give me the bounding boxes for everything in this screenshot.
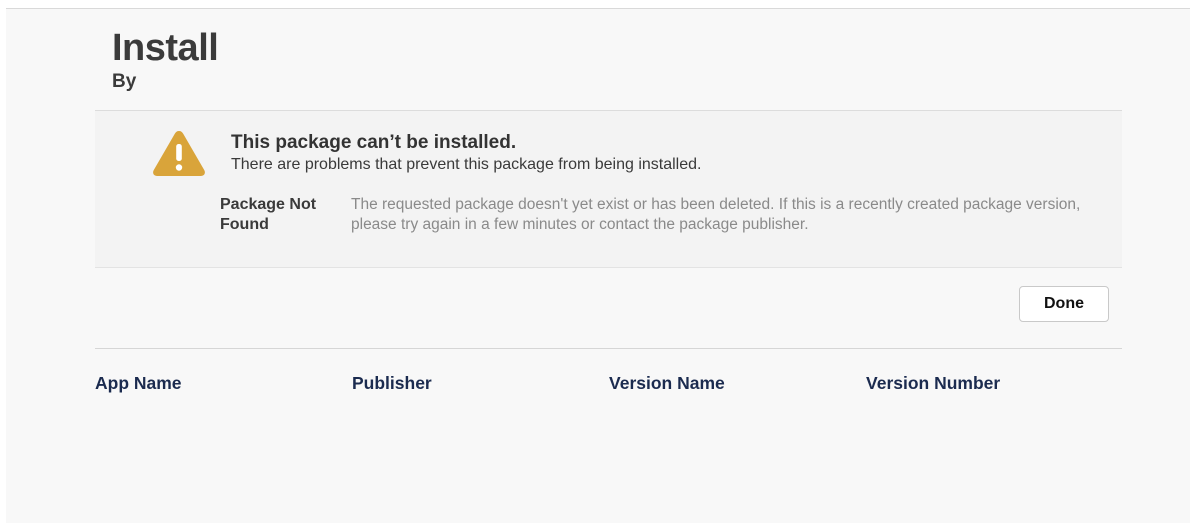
column-header-version-name: Version Name	[609, 373, 725, 393]
page-title: Install	[112, 27, 219, 69]
error-label: Package Not Found	[220, 196, 317, 233]
error-message: The requested package doesn't yet exist …	[351, 196, 1081, 233]
done-button[interactable]: Done	[1019, 286, 1109, 322]
install-error-alert: This package can’t be installed. There a…	[95, 110, 1122, 268]
alert-description: There are problems that prevent this pac…	[231, 156, 702, 173]
page-header: Install By	[112, 27, 219, 93]
column-header-publisher: Publisher	[352, 373, 432, 393]
column-header-app-name: App Name	[95, 373, 182, 393]
install-page: Install By This package can’t be install…	[6, 8, 1190, 523]
alert-heading: This package can’t be installed. There a…	[231, 132, 701, 175]
column-header-version-number: Version Number	[866, 373, 1001, 393]
alert-title: This package can’t be installed.	[231, 132, 517, 153]
publisher-byline: By	[112, 71, 137, 92]
warning-icon	[153, 131, 205, 176]
section-divider	[95, 348, 1122, 349]
